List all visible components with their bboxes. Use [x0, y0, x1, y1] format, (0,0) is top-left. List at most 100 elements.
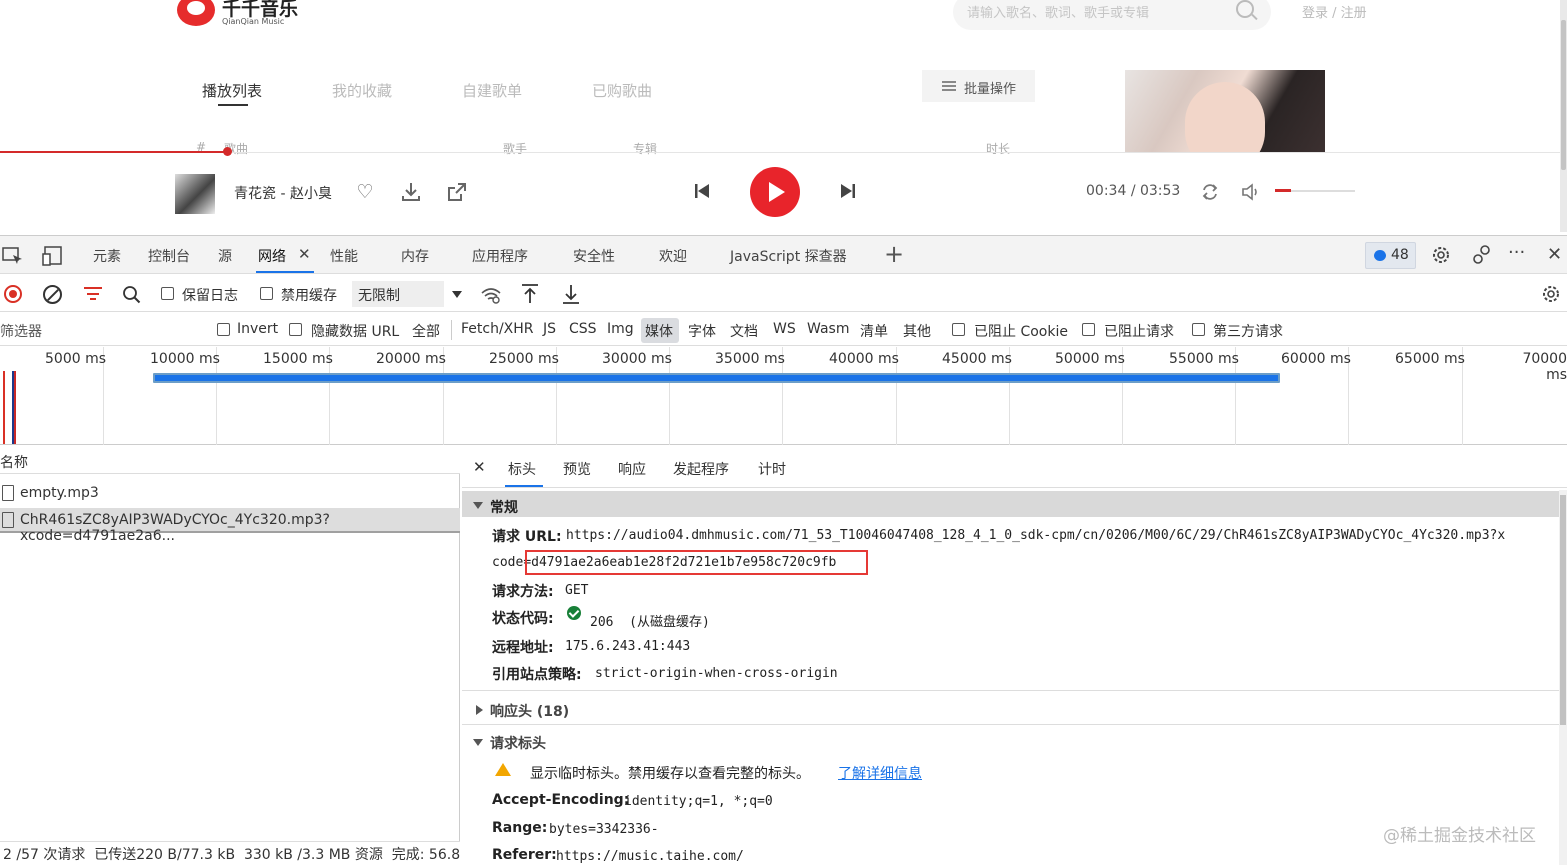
play-button[interactable] — [750, 167, 800, 217]
login-register-link[interactable]: 登录 / 注册 — [1302, 2, 1367, 21]
tab-favorites[interactable]: 我的收藏 — [332, 80, 392, 101]
filter-ws[interactable]: WS — [773, 321, 796, 337]
song-thumbnail[interactable] — [175, 174, 215, 214]
heart-icon[interactable]: ♡ — [354, 181, 376, 203]
tab-console[interactable]: 控制台 — [148, 246, 190, 266]
filter-font[interactable]: 字体 — [688, 321, 716, 341]
close-tab-icon[interactable]: ✕ — [298, 245, 311, 263]
tab-performance[interactable]: 性能 — [330, 246, 358, 266]
filter-icon[interactable] — [84, 287, 102, 301]
name-column-header[interactable]: 名称 — [0, 452, 28, 472]
album-cover-image — [1125, 70, 1325, 152]
settings-gear-icon[interactable] — [1430, 244, 1452, 266]
logo-subtitle: QianQian Music — [222, 17, 285, 26]
filter-doc[interactable]: 文档 — [730, 321, 758, 341]
chevron-down-icon[interactable] — [452, 291, 462, 298]
tab-initiator[interactable]: 发起程序 — [673, 459, 729, 479]
close-devtools-icon[interactable]: ✕ — [1547, 244, 1562, 265]
progress-track[interactable] — [0, 152, 1567, 153]
filter-img[interactable]: Img — [607, 321, 634, 337]
tab-elements[interactable]: 元素 — [93, 246, 121, 266]
network-settings-gear-icon[interactable] — [1540, 283, 1562, 305]
details-scrollbar-thumb[interactable] — [1560, 495, 1566, 725]
cover-face — [1185, 82, 1265, 152]
filter-manifest[interactable]: 清单 — [860, 321, 888, 341]
accept-encoding-value: identity;q=1, *;q=0 — [624, 794, 773, 809]
search-icon[interactable] — [1236, 0, 1254, 18]
device-toolbar-icon[interactable] — [42, 246, 64, 266]
preserve-log-checkbox[interactable] — [161, 287, 174, 300]
tab-security[interactable]: 安全性 — [573, 246, 615, 266]
hide-data-url-checkbox[interactable] — [289, 323, 302, 336]
repeat-icon[interactable] — [1199, 181, 1221, 203]
highlight-box — [525, 550, 868, 575]
network-conditions-icon[interactable] — [480, 285, 502, 305]
expand-right-icon[interactable] — [476, 705, 483, 715]
blocked-cookies-checkbox[interactable] — [952, 323, 965, 336]
response-headers-title[interactable]: 响应头 (18) — [490, 701, 569, 721]
blocked-requests-checkbox[interactable] — [1082, 323, 1095, 336]
tab-network[interactable]: 网络 — [258, 246, 286, 266]
time-label: 70000 ms — [1522, 351, 1567, 383]
col-artist: 歌手 — [503, 142, 528, 156]
time-label: 20000 ms — [376, 351, 446, 367]
status-code-value: 206 (从磁盘缓存) — [590, 615, 710, 630]
tab-headers[interactable]: 标头 — [508, 459, 536, 479]
progress-fill — [0, 151, 228, 153]
previous-icon[interactable] — [693, 182, 711, 200]
expand-down-icon[interactable] — [473, 739, 483, 746]
tab-sources[interactable]: 源 — [218, 246, 232, 266]
learn-more-link[interactable]: 了解详细信息 — [838, 763, 922, 783]
tab-preview[interactable]: 预览 — [563, 459, 591, 479]
volume-icon[interactable] — [1240, 182, 1260, 202]
third-party-checkbox[interactable] — [1192, 323, 1205, 336]
tab-purchased[interactable]: 已购歌曲 — [592, 80, 652, 101]
time-label: 40000 ms — [829, 351, 899, 367]
invert-label: Invert — [237, 321, 279, 337]
tab-playlist[interactable]: 播放列表 — [202, 80, 262, 101]
time-label: 25000 ms — [489, 351, 559, 367]
page-scrollbar-thumb[interactable] — [1561, 20, 1566, 170]
tab-js-profiler[interactable]: JavaScript 探查器 — [730, 246, 847, 266]
filter-wasm[interactable]: Wasm — [807, 321, 849, 337]
filter-other[interactable]: 其他 — [903, 321, 931, 341]
more-options-icon[interactable]: ··· — [1508, 242, 1525, 263]
tab-memory[interactable]: 内存 — [401, 246, 429, 266]
invert-checkbox[interactable] — [217, 323, 230, 336]
close-details-icon[interactable]: ✕ — [473, 458, 486, 476]
filter-css[interactable]: CSS — [569, 321, 597, 337]
search-icon[interactable] — [122, 285, 142, 305]
tab-custom-playlists[interactable]: 自建歌单 — [462, 80, 522, 101]
record-icon[interactable] — [4, 285, 22, 303]
add-tab-icon[interactable]: + — [884, 240, 904, 268]
export-har-icon[interactable] — [561, 283, 581, 305]
tab-response[interactable]: 响应 — [618, 459, 646, 479]
filter-all[interactable]: 全部 — [412, 321, 440, 341]
time-label: 55000 ms — [1169, 351, 1239, 367]
filter-js[interactable]: JS — [543, 321, 556, 337]
tab-welcome[interactable]: 欢迎 — [659, 246, 687, 266]
qianqian-logo-icon[interactable] — [177, 0, 215, 26]
share-icon[interactable] — [446, 181, 468, 203]
customize-icon[interactable] — [1471, 244, 1493, 266]
filter-fetch-xhr[interactable]: Fetch/XHR — [461, 321, 534, 337]
file-icon — [2, 485, 14, 501]
import-har-icon[interactable] — [520, 283, 540, 305]
filter-media[interactable]: 媒体 — [645, 321, 673, 341]
tab-timing[interactable]: 计时 — [758, 459, 786, 479]
download-icon[interactable] — [400, 181, 422, 203]
inspect-element-icon[interactable] — [2, 246, 24, 266]
referer-value: https://music.taihe.com/ — [556, 849, 744, 864]
request-headers-title[interactable]: 请求标头 — [490, 733, 546, 753]
disable-cache-checkbox[interactable] — [260, 287, 273, 300]
progress-handle[interactable] — [223, 147, 232, 156]
referrer-policy-key: 引用站点策略: — [492, 667, 582, 683]
next-icon[interactable] — [839, 182, 857, 200]
clear-icon[interactable] — [43, 285, 62, 304]
general-section-header[interactable] — [462, 491, 1562, 517]
referer-key: Referer: — [492, 847, 557, 863]
now-playing-title[interactable]: 青花瓷 - 赵小臭 — [234, 183, 332, 203]
list-icon — [942, 81, 956, 91]
tab-application[interactable]: 应用程序 — [472, 246, 528, 266]
load-marker — [14, 371, 16, 444]
